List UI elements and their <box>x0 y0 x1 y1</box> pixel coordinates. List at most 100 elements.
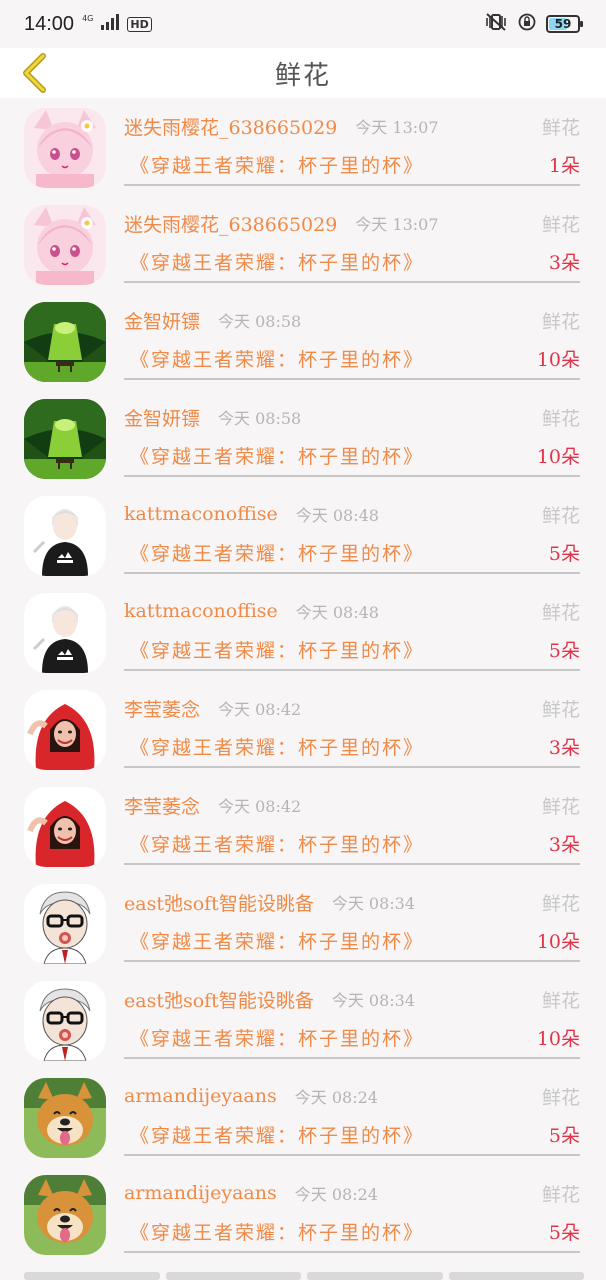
vibrate-mute-icon <box>484 13 508 35</box>
gift-count: 3朵 <box>548 833 580 856</box>
item-detail: 《穿越王者荣耀：杯子里的杯》 10朵 <box>124 924 580 956</box>
username[interactable]: kattmaconoffise <box>124 600 278 622</box>
list-item[interactable]: 李莹萎念 今天 08:42 鲜花 《穿越王者荣耀：杯子里的杯》 3朵 <box>0 680 606 777</box>
list-item[interactable]: 迷失雨樱花_638665029 今天 13:07 鲜花 《穿越王者荣耀：杯子里的… <box>0 195 606 292</box>
item-header: east弛soft智能设眺备 今天 08:34 鲜花 <box>124 983 580 1015</box>
username[interactable]: east弛soft智能设眺备 <box>124 986 314 1013</box>
item-header: 李莹萎念 今天 08:42 鲜花 <box>124 692 580 724</box>
username[interactable]: armandijeyaans <box>124 1085 277 1107</box>
username[interactable]: 金智妍镖 <box>124 307 200 334</box>
item-header: east弛soft智能设眺备 今天 08:34 鲜花 <box>124 886 580 918</box>
cartoon-man-glasses-avatar[interactable] <box>24 884 106 964</box>
gift-count: 10朵 <box>536 348 580 371</box>
item-detail: 《穿越王者荣耀：杯子里的杯》 5朵 <box>124 1215 580 1247</box>
status-bar: 14:00 4G HD 59 <box>0 0 606 48</box>
anime-girl-avatar[interactable] <box>24 108 106 188</box>
gift-type: 鲜花 <box>541 698 580 721</box>
hd-badge: HD <box>127 16 152 32</box>
username[interactable]: east弛soft智能设眺备 <box>124 889 314 916</box>
timestamp: 今天 08:34 <box>331 991 416 1010</box>
shiba-dog-avatar[interactable] <box>24 1078 106 1158</box>
list-item[interactable]: 迷失雨樱花_638665029 今天 13:07 鲜花 《穿越王者荣耀：杯子里的… <box>0 98 606 195</box>
forest-avatar[interactable] <box>24 399 106 479</box>
battery-icon: 59 <box>546 15 583 33</box>
book-title[interactable]: 《穿越王者荣耀：杯子里的杯》 <box>124 1121 424 1148</box>
list-item[interactable]: armandijeyaans 今天 08:24 鲜花 《穿越王者荣耀：杯子里的杯… <box>0 1165 606 1262</box>
list-item[interactable]: east弛soft智能设眺备 今天 08:34 鲜花 《穿越王者荣耀：杯子里的杯… <box>0 874 606 971</box>
gift-count: 5朵 <box>548 542 580 565</box>
item-header: 迷失雨樱花_638665029 今天 13:07 鲜花 <box>124 110 580 142</box>
status-time: 14:00 <box>24 12 75 35</box>
woman-red-hood-avatar[interactable] <box>24 787 106 867</box>
divider <box>124 572 580 574</box>
item-detail: 《穿越王者荣耀：杯子里的杯》 10朵 <box>124 1021 580 1053</box>
timestamp: 今天 13:07 <box>355 215 439 234</box>
book-title[interactable]: 《穿越王者荣耀：杯子里的杯》 <box>124 539 424 566</box>
gift-type: 鲜花 <box>541 116 580 139</box>
username[interactable]: 李莹萎念 <box>124 792 200 819</box>
book-title[interactable]: 《穿越王者荣耀：杯子里的杯》 <box>124 830 424 857</box>
username[interactable]: armandijeyaans <box>124 1182 277 1204</box>
timestamp: 今天 08:24 <box>294 1185 378 1204</box>
list-item[interactable]: kattmaconoffise 今天 08:48 鲜花 《穿越王者荣耀：杯子里的… <box>0 486 606 583</box>
item-header: 金智妍镖 今天 08:58 鲜花 <box>124 401 580 433</box>
battery-level: 59 <box>554 17 572 31</box>
divider <box>124 863 580 865</box>
item-detail: 《穿越王者荣耀：杯子里的杯》 10朵 <box>124 342 580 374</box>
gift-count: 10朵 <box>536 1027 580 1050</box>
username[interactable]: 金智妍镖 <box>124 404 200 431</box>
list-item[interactable]: 金智妍镖 今天 08:58 鲜花 《穿越王者荣耀：杯子里的杯》 10朵 <box>0 292 606 389</box>
back-button[interactable] <box>14 52 54 94</box>
divider <box>124 960 580 962</box>
gift-type: 鲜花 <box>541 310 580 333</box>
man-avatar[interactable] <box>24 496 106 576</box>
divider <box>124 766 580 768</box>
book-title[interactable]: 《穿越王者荣耀：杯子里的杯》 <box>124 1024 424 1051</box>
gift-count: 1朵 <box>548 154 580 177</box>
gift-count: 10朵 <box>536 445 580 468</box>
gift-count: 5朵 <box>548 1124 580 1147</box>
list-item[interactable]: 金智妍镖 今天 08:58 鲜花 《穿越王者荣耀：杯子里的杯》 10朵 <box>0 389 606 486</box>
item-header: armandijeyaans 今天 08:24 鲜花 <box>124 1177 580 1209</box>
woman-red-hood-avatar[interactable] <box>24 690 106 770</box>
book-title[interactable]: 《穿越王者荣耀：杯子里的杯》 <box>124 345 424 372</box>
status-right: 59 <box>484 13 583 35</box>
item-header: kattmaconoffise 今天 08:48 鲜花 <box>124 498 580 530</box>
gift-type: 鲜花 <box>541 989 580 1012</box>
gift-type: 鲜花 <box>541 795 580 818</box>
item-detail: 《穿越王者荣耀：杯子里的杯》 5朵 <box>124 536 580 568</box>
cartoon-man-glasses-avatar[interactable] <box>24 981 106 1061</box>
book-title[interactable]: 《穿越王者荣耀：杯子里的杯》 <box>124 442 424 469</box>
list-item[interactable]: 李莹萎念 今天 08:42 鲜花 《穿越王者荣耀：杯子里的杯》 3朵 <box>0 777 606 874</box>
book-title[interactable]: 《穿越王者荣耀：杯子里的杯》 <box>124 733 424 760</box>
book-title[interactable]: 《穿越王者荣耀：杯子里的杯》 <box>124 151 424 178</box>
divider <box>124 184 580 186</box>
man-avatar[interactable] <box>24 593 106 673</box>
gift-type: 鲜花 <box>541 601 580 624</box>
gift-type: 鲜花 <box>541 213 580 236</box>
shiba-dog-avatar[interactable] <box>24 1175 106 1255</box>
username[interactable]: kattmaconoffise <box>124 503 278 525</box>
gift-count: 3朵 <box>548 251 580 274</box>
gift-count: 5朵 <box>548 1221 580 1244</box>
item-header: kattmaconoffise 今天 08:48 鲜花 <box>124 595 580 627</box>
anime-girl-avatar[interactable] <box>24 205 106 285</box>
item-header: 李莹萎念 今天 08:42 鲜花 <box>124 789 580 821</box>
book-title[interactable]: 《穿越王者荣耀：杯子里的杯》 <box>124 1218 424 1245</box>
book-title[interactable]: 《穿越王者荣耀：杯子里的杯》 <box>124 248 424 275</box>
status-left: 14:00 4G HD <box>24 13 152 36</box>
list-item[interactable]: east弛soft智能设眺备 今天 08:34 鲜花 《穿越王者荣耀：杯子里的杯… <box>0 971 606 1068</box>
username[interactable]: 迷失雨樱花_638665029 <box>124 113 337 140</box>
username[interactable]: 李莹萎念 <box>124 695 200 722</box>
list-item[interactable]: armandijeyaans 今天 08:24 鲜花 《穿越王者荣耀：杯子里的杯… <box>0 1068 606 1165</box>
username[interactable]: 迷失雨樱花_638665029 <box>124 210 337 237</box>
list-item[interactable]: kattmaconoffise 今天 08:48 鲜花 《穿越王者荣耀：杯子里的… <box>0 583 606 680</box>
book-title[interactable]: 《穿越王者荣耀：杯子里的杯》 <box>124 636 424 663</box>
gift-type: 鲜花 <box>541 407 580 430</box>
divider <box>124 378 580 380</box>
timestamp: 今天 08:58 <box>218 312 302 331</box>
gift-type: 鲜花 <box>541 1183 580 1206</box>
book-title[interactable]: 《穿越王者荣耀：杯子里的杯》 <box>124 927 424 954</box>
forest-avatar[interactable] <box>24 302 106 382</box>
item-header: armandijeyaans 今天 08:24 鲜花 <box>124 1080 580 1112</box>
